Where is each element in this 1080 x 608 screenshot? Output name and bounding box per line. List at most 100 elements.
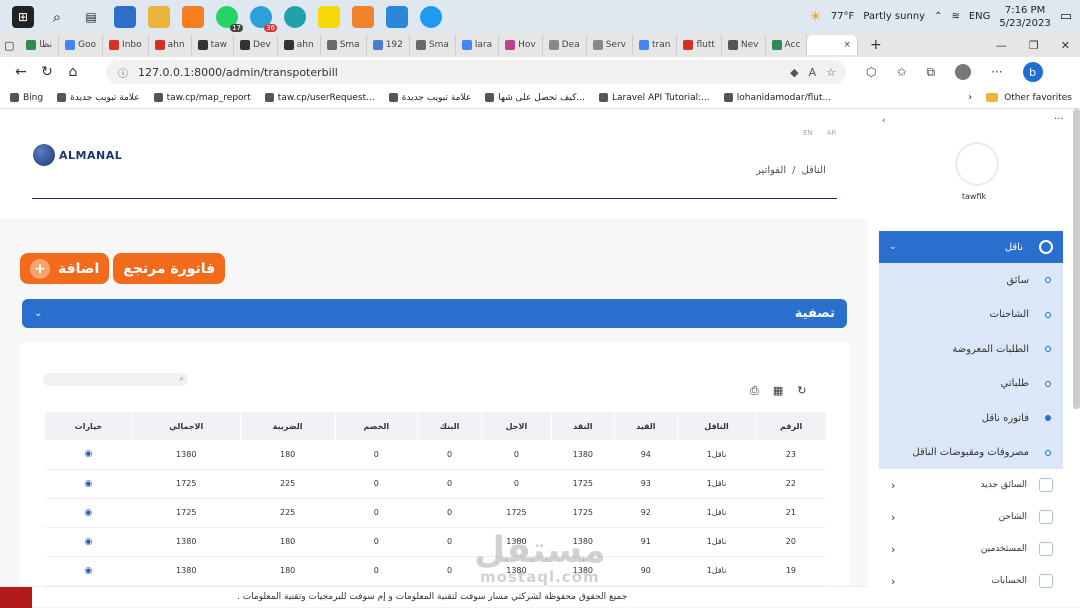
twitter-icon[interactable] (420, 5, 442, 28)
minimize-icon[interactable]: — (996, 39, 1007, 52)
favorite-link[interactable]: Bing (10, 93, 43, 103)
search-input[interactable]: ⌕ (43, 373, 188, 386)
url-field[interactable]: ⓘ 127.0.0.1:8000/admin/transpoterbill ◆ … (106, 60, 846, 84)
sidebar-more-icon[interactable]: ··· (1054, 114, 1064, 125)
sidebar-item[interactable]: › الحسابات (879, 565, 1063, 597)
weather-desc[interactable]: Partly sunny (863, 11, 925, 22)
return-invoice-button[interactable]: فاتورة مرتجع (113, 253, 226, 284)
favorite-link[interactable]: lohanidamodar/flut... (723, 93, 831, 103)
table-header-cell[interactable]: النقد (550, 412, 615, 440)
add-button[interactable]: + اضافة (20, 253, 110, 284)
filter-panel-toggle[interactable]: ⌄ تصفية (22, 299, 847, 328)
favorite-link[interactable]: كيف تحصل على شها... (485, 93, 585, 103)
favorite-link[interactable]: علامة تبويب جديدة (57, 93, 140, 103)
table-header-cell[interactable]: الاجل (481, 412, 552, 440)
table-header-cell[interactable]: الاجمالي (131, 412, 241, 440)
whatsapp-icon[interactable]: 17 (216, 5, 243, 32)
print-icon[interactable]: ⎙ (750, 384, 759, 398)
browser-tab[interactable]: lara (456, 35, 500, 55)
lang-indicator[interactable]: ENG (969, 11, 991, 22)
browser-tab[interactable]: Inbo (103, 35, 149, 55)
file-explorer-icon[interactable] (148, 5, 170, 28)
other-favorites[interactable]: Other favorites (1004, 93, 1072, 103)
favorite-link[interactable]: taw.cp/map_report (153, 93, 251, 103)
new-tab-icon[interactable]: + (870, 37, 882, 53)
tag-icon[interactable]: ◆ (790, 66, 798, 79)
favorite-link[interactable]: Laravel API Tutorial:... (598, 93, 710, 103)
sidebar-item[interactable]: › الشاحن (879, 501, 1063, 533)
sidebar-item[interactable]: › المستخدمين (879, 533, 1063, 565)
sidebar-subitem[interactable]: الشاحنات (879, 298, 1063, 333)
browser-tab[interactable]: Dea (543, 35, 587, 55)
table-header-cell[interactable]: الخصم (334, 412, 418, 440)
favorites-icon[interactable]: ✩ (896, 65, 906, 79)
browser-tab[interactable]: taw (192, 35, 234, 55)
refresh-icon[interactable]: ↻ (34, 64, 60, 80)
table-header-cell[interactable]: الرقم (755, 412, 826, 440)
user-avatar[interactable] (957, 144, 997, 184)
store-icon[interactable] (114, 5, 136, 28)
sidebar-item[interactable]: › السائق جديد (879, 469, 1063, 501)
favorite-link[interactable]: علامة تبويب جديدة (388, 93, 471, 103)
task-view-icon[interactable]: ▤ (80, 6, 102, 28)
sticky-notes-icon[interactable] (318, 5, 340, 28)
tab-actions-icon[interactable]: ▢ (4, 39, 14, 52)
browser-tab[interactable]: Sma (410, 35, 456, 55)
view-eye-icon[interactable]: ◉ (84, 537, 92, 547)
almanal-logo[interactable]: ALMANAL (33, 144, 122, 166)
view-eye-icon[interactable]: ◉ (84, 566, 92, 576)
close-tab-icon[interactable]: × (843, 40, 851, 50)
close-window-icon[interactable]: ✕ (1061, 39, 1070, 52)
sidebar-item-transporter[interactable]: ⌄ ناقل (879, 231, 1063, 263)
vscode-icon[interactable] (386, 5, 408, 28)
restore-icon[interactable]: ❐ (1029, 39, 1039, 52)
collections-icon[interactable]: ⧉ (927, 65, 936, 80)
sidebar-subitem[interactable]: الطلبات المعروضة (879, 332, 1063, 367)
wifi-icon[interactable]: ≋ (951, 11, 959, 22)
browser-tab[interactable]: tran (633, 35, 678, 55)
browser-tab[interactable]: Serv (587, 35, 633, 55)
browser-tab[interactable]: Sma (321, 35, 367, 55)
more-icon[interactable]: ··· (991, 65, 1002, 79)
lang-ar[interactable]: AR (827, 129, 837, 137)
favorite-star-icon[interactable]: ☆ (826, 66, 836, 79)
lang-en[interactable]: EN (803, 129, 813, 137)
browser-tab[interactable]: Dev (234, 35, 278, 55)
table-header-cell[interactable]: الضريبة (239, 412, 336, 440)
browser-tab[interactable]: × (807, 35, 858, 55)
telegram-icon[interactable]: 36 (250, 5, 277, 32)
browser-tab[interactable]: ahn (149, 35, 192, 55)
search-icon[interactable]: ⌕ (46, 6, 68, 28)
collapse-sidebar-icon[interactable]: ‹ (882, 116, 886, 126)
clock[interactable]: 7:16 PM 5/23/2023 (999, 4, 1050, 30)
back-icon[interactable]: ← (8, 64, 34, 80)
postman-icon[interactable] (352, 5, 374, 28)
view-eye-icon[interactable]: ◉ (84, 449, 92, 459)
profile-avatar[interactable] (955, 64, 972, 80)
browser-tab[interactable]: flutt (677, 35, 722, 55)
notification-icon[interactable]: ▭ (1060, 9, 1072, 24)
favorite-link[interactable]: taw.cp/userRequest... (264, 93, 375, 103)
reload-icon[interactable]: ↻ (797, 384, 806, 398)
browser-tab[interactable]: Acc (766, 35, 808, 55)
read-aloud-icon[interactable]: A (809, 66, 817, 79)
export-excel-icon[interactable]: ▦ (773, 384, 783, 398)
browser-tab[interactable]: Hov (499, 35, 543, 55)
sidebar-subitem[interactable]: فاتوره ناقل (879, 401, 1063, 436)
breadcrumb-transporter[interactable]: الناقل (802, 165, 826, 176)
table-header-cell[interactable]: خيارات (44, 412, 133, 440)
extensions-icon[interactable]: ⬡ (866, 65, 876, 79)
view-eye-icon[interactable]: ◉ (84, 508, 92, 518)
browser-tab[interactable]: ahn (278, 35, 321, 55)
table-header-cell[interactable]: الناقل (676, 412, 756, 440)
browser-tab[interactable]: Goo (59, 35, 104, 55)
xampp-icon[interactable] (182, 5, 204, 28)
table-header-cell[interactable]: القيد (613, 412, 678, 440)
view-eye-icon[interactable]: ◉ (84, 479, 92, 489)
page-scrollbar[interactable] (1073, 109, 1080, 409)
browser-tab[interactable]: نظا (20, 35, 60, 55)
browser-tab[interactable]: 192 (367, 35, 410, 55)
table-header-cell[interactable]: البنك (416, 412, 482, 440)
sidebar-subitem[interactable]: سائق (879, 263, 1063, 298)
info-icon[interactable]: ⓘ (118, 65, 128, 80)
